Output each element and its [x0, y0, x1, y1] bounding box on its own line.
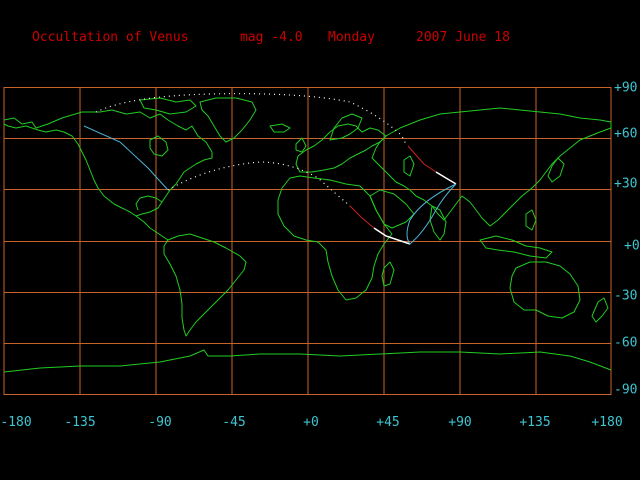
lon-label: -135: [64, 415, 96, 430]
lon-label: +0: [303, 415, 319, 430]
lat-label: +30: [614, 176, 638, 192]
lat-label: +60: [614, 126, 638, 142]
lat-label: -90: [614, 382, 638, 398]
coast-asia: [371, 107, 612, 227]
coast-australia: [509, 261, 581, 319]
occultation-limit-north: [435, 171, 457, 185]
coast-central-america: [135, 215, 169, 241]
coast-north-america: [3, 109, 213, 217]
coast-africa: [277, 175, 393, 301]
coast-iceland: [269, 123, 291, 133]
lon-label: +45: [376, 415, 400, 430]
coast-philippines: [525, 209, 537, 231]
world-map: [3, 87, 612, 395]
coast-britain: [295, 137, 307, 153]
lon-label: -45: [222, 415, 246, 430]
lon-label: +90: [448, 415, 472, 430]
coast-caspian: [403, 155, 415, 177]
coast-greenland: [199, 97, 257, 143]
lon-label: +135: [519, 415, 551, 430]
lat-lon-grid: [3, 87, 612, 395]
lat-label: -30: [614, 288, 638, 304]
coast-south-america: [163, 233, 247, 337]
americas-graze-line: [83, 125, 169, 191]
lat-label: +0: [624, 238, 640, 254]
lon-label: +180: [591, 415, 623, 430]
coast-indonesia: [479, 235, 553, 259]
coast-japan: [547, 157, 565, 183]
coast-india: [429, 205, 447, 241]
daylight-track-south: [349, 205, 375, 229]
coast-arabia: [369, 189, 415, 229]
coast-new-zealand: [591, 297, 609, 323]
southern-limit-dotted: [167, 161, 351, 207]
lon-label: -180: [0, 415, 32, 430]
coast-arctic-islands: [139, 97, 197, 115]
occultation-paths: [83, 93, 457, 245]
lon-label: -90: [148, 415, 172, 430]
coast-europe: [295, 123, 387, 173]
lat-label: +90: [614, 80, 638, 96]
lat-label: -60: [614, 335, 638, 351]
